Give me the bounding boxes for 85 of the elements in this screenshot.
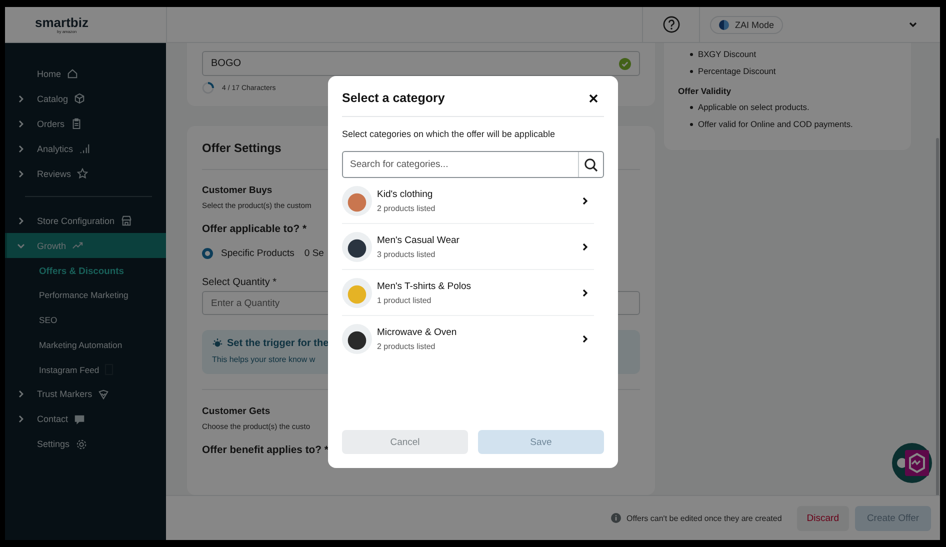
bullet-item: Applicable on select products.	[698, 102, 810, 112]
sidebar-item[interactable]: Analytics	[5, 136, 166, 161]
bullet-dot-icon	[690, 52, 693, 56]
sidebar-subitem[interactable]: Marketing Automation	[5, 332, 166, 358]
category-list-item[interactable]: Kid's clothing 2 products listed	[342, 178, 594, 224]
tip-title: Set the trigger for the	[227, 338, 329, 349]
radio-label: Specific Products	[221, 248, 294, 259]
chevron-icon	[17, 144, 25, 152]
sidebar-item[interactable]: Growth	[5, 233, 166, 258]
chevron-right-icon	[582, 288, 588, 296]
chevron-icon	[17, 120, 25, 128]
photo-placeholder	[342, 278, 372, 308]
subsection-heading: Customer Gets	[202, 406, 270, 417]
sidebar-item[interactable]: Reviews	[5, 161, 166, 186]
assistant-logo-icon	[895, 450, 929, 476]
search-bar[interactable]: Search for categories...	[342, 151, 604, 178]
chevron-icon	[17, 242, 25, 250]
box-icon	[74, 93, 86, 104]
sidebar-subitem[interactable]: Performance Marketing	[5, 282, 166, 308]
assistant-button[interactable]	[892, 443, 932, 483]
search-icon[interactable]	[584, 158, 598, 172]
offer-name-field[interactable]: BOGO	[202, 51, 640, 76]
category-search-field[interactable]: Search for categories...	[343, 152, 578, 177]
bullet-item: BXGY Discount	[698, 49, 756, 59]
photo-placeholder	[342, 186, 372, 216]
sidebar-item[interactable]: Orders	[5, 111, 166, 136]
subsection-heading: Customer Buys	[202, 185, 272, 196]
logo-text[interactable]: smartbiz	[35, 16, 88, 28]
sidebar-subitem[interactable]: Offers & Discounts	[5, 258, 166, 283]
sidebar-subitem[interactable]: Instagram Feed	[5, 357, 166, 382]
help-icon[interactable]	[662, 16, 680, 33]
offer-name-value: BOGO	[211, 58, 242, 69]
info-icon	[610, 513, 621, 523]
sidebar-item[interactable]: Store Configuration	[5, 208, 166, 233]
chevron-icon	[17, 415, 25, 424]
footer-note: Offers can't be edited once they are created	[626, 514, 782, 522]
close-icon[interactable]	[589, 94, 598, 102]
store-icon	[120, 215, 132, 226]
info-heading: Offer Validity	[678, 86, 732, 96]
chat-icon	[74, 414, 86, 425]
sidebar-item[interactable]: Settings	[5, 432, 166, 457]
chevron-icon	[17, 216, 25, 224]
dialog-subtitle: Select categories on which the offer will be applicable	[342, 129, 556, 139]
chevron-icon	[17, 170, 25, 178]
chevron-right-icon	[582, 334, 588, 342]
category-list-item[interactable]: Men's T-shirts & Polos 1 product listed	[342, 270, 594, 316]
trend-icon	[72, 240, 84, 251]
bullet-dot-icon	[690, 106, 693, 108]
bullet-dot-icon	[690, 122, 693, 126]
photo-placeholder	[342, 232, 372, 262]
sidebar-item[interactable]: Home	[5, 61, 166, 86]
bullet-item: Offer valid for Online and COD payments.	[698, 119, 853, 129]
spinner-icon	[202, 82, 214, 94]
bullet-item: Percentage Discount	[698, 66, 776, 76]
mode-toggle-button[interactable]: ZAI Mode	[710, 16, 784, 34]
shield-icon	[98, 388, 110, 400]
question-label: Offer benefit applies to? *	[202, 445, 328, 456]
clipboard-icon	[70, 118, 82, 129]
lightbulb-icon	[212, 338, 223, 349]
dialog-title: Select a category	[342, 91, 445, 105]
category-list-item[interactable]: Microwave & Oven 2 products listed	[342, 316, 594, 361]
category-list-item[interactable]: Men's Casual Wear 3 products listed	[342, 224, 594, 270]
footer-button[interactable]: Discard	[796, 506, 849, 530]
home-icon	[67, 68, 78, 79]
section-title: Offer Settings	[202, 141, 282, 155]
star-icon	[77, 168, 88, 179]
radio-button[interactable]	[202, 248, 213, 259]
chevron-right-icon	[582, 242, 588, 250]
tip-text: This helps your store know w	[212, 355, 316, 364]
gear-icon	[76, 438, 87, 450]
selection-count: 0 Se	[304, 248, 324, 259]
chevron-down-icon[interactable]	[908, 20, 918, 28]
sidebar-item[interactable]: Contact	[5, 406, 166, 432]
sidebar-item[interactable]: Catalog	[5, 86, 166, 111]
question-label: Offer applicable to? *	[202, 224, 306, 235]
field-label: Select Quantity *	[202, 277, 276, 288]
sidebar-subitem[interactable]: SEO	[5, 308, 166, 332]
bullet-dot-icon	[690, 70, 693, 72]
scrollbar[interactable]	[936, 138, 939, 495]
sidebar-item[interactable]: Trust Markers	[5, 382, 166, 407]
chart-icon	[79, 143, 90, 154]
photo-placeholder	[342, 324, 372, 354]
chevron-icon	[17, 94, 25, 102]
chevron-icon	[17, 390, 25, 398]
chevron-right-icon	[582, 196, 588, 204]
